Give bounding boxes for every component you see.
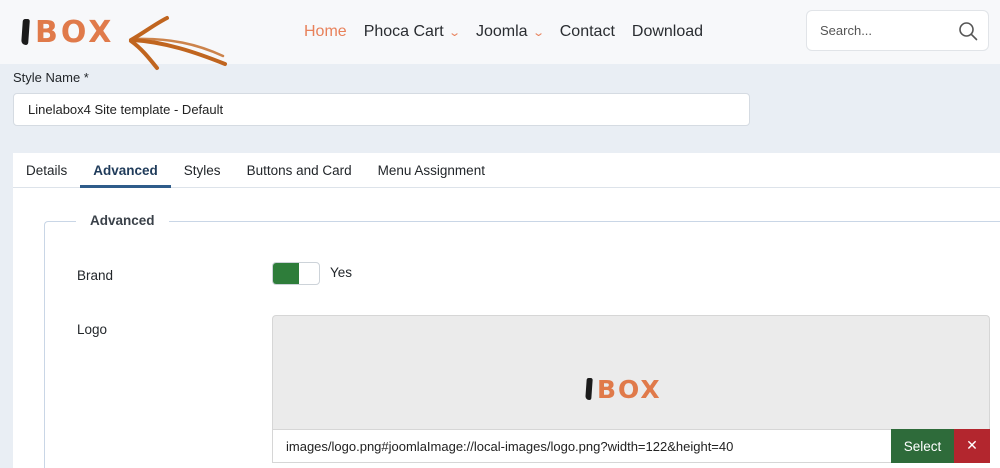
logo-path-input[interactable] — [272, 429, 891, 463]
nav-item-label: Phoca Cart — [363, 23, 444, 40]
logo-l-mark — [21, 19, 30, 45]
search-box — [806, 10, 989, 51]
nav-item-download[interactable]: Download — [632, 23, 703, 41]
logo-text: BOX — [35, 14, 115, 50]
logo-l-mark — [585, 378, 593, 400]
tab-buttons-and-card[interactable]: Buttons and Card — [234, 153, 365, 187]
nav-item-home[interactable]: Home — [304, 23, 347, 41]
brand-toggle-value: Yes — [330, 265, 353, 280]
nav-item-phoca-cart[interactable]: Phoca Cart ⌄ — [363, 23, 461, 41]
style-name-input[interactable] — [13, 93, 750, 126]
annotation-arrow-icon — [129, 16, 227, 70]
nav-item-joomla[interactable]: Joomla ⌄ — [475, 23, 545, 41]
nav-item-label: Joomla — [475, 23, 528, 40]
tab-bar: Details Advanced Styles Buttons and Card… — [13, 153, 1000, 188]
chevron-down-icon: ⌄ — [531, 26, 545, 39]
brand-label: Brand — [77, 268, 114, 283]
search-input[interactable] — [820, 23, 950, 38]
site-header: BOX Home Phoca Cart ⌄ Joomla ⌄ Contact D… — [0, 0, 1000, 70]
main-nav: Home Phoca Cart ⌄ Joomla ⌄ Contact Downl… — [304, 0, 720, 64]
nav-item-label: Contact — [559, 23, 615, 40]
search-icon[interactable] — [958, 21, 978, 41]
logo-preview-image: BOX — [585, 372, 662, 406]
clear-button[interactable]: ✕ — [954, 429, 990, 463]
tab-advanced[interactable]: Advanced — [80, 153, 171, 188]
style-name-label: Style Name * — [13, 70, 89, 85]
brand-toggle[interactable] — [272, 262, 320, 285]
site-logo[interactable]: BOX — [21, 12, 115, 52]
toggle-knob — [273, 263, 299, 284]
fieldset-legend: Advanced — [76, 213, 169, 228]
select-button[interactable]: Select — [891, 429, 954, 463]
logo-preview-text: BOX — [597, 374, 662, 404]
tab-styles[interactable]: Styles — [171, 153, 234, 187]
chevron-down-icon: ⌄ — [447, 26, 461, 39]
tab-menu-assignment[interactable]: Menu Assignment — [365, 153, 498, 187]
logo-label: Logo — [77, 322, 108, 337]
nav-item-contact[interactable]: Contact — [560, 23, 615, 41]
nav-item-label: Home — [304, 23, 347, 40]
tab-details[interactable]: Details — [13, 153, 80, 187]
nav-item-label: Download — [631, 23, 704, 40]
